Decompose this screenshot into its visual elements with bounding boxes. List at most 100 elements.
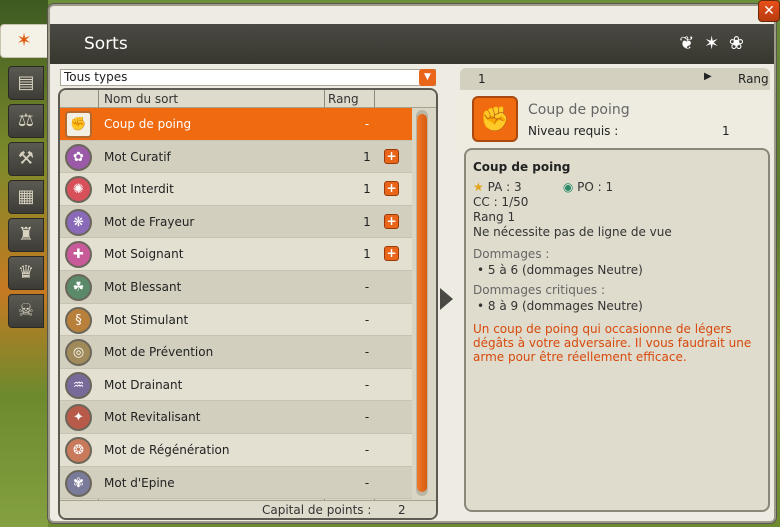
spell-icon: ♒: [65, 371, 92, 399]
required-level-value: 1: [722, 124, 730, 138]
spell-name: Mot Revitalisant: [104, 410, 201, 425]
spell-row[interactable]: ✊ Coup de poing -: [60, 108, 412, 141]
rank-line: Rang 1: [473, 210, 516, 224]
spell-rank: 1: [363, 247, 371, 262]
spell-rank: 1: [363, 214, 371, 229]
spell-row[interactable]: ❂ Mot de Régénération -: [60, 433, 412, 467]
damage-heading: Dommages :: [473, 247, 550, 261]
spell-row[interactable]: ✦ Mot Revitalisant -: [60, 401, 412, 434]
star-icon: ★: [473, 180, 484, 194]
spell-row[interactable]: ✚ Mot Soignant 1 +: [60, 238, 412, 271]
upgrade-plus-button[interactable]: +: [384, 246, 399, 262]
mask-icon[interactable]: ☠: [8, 294, 44, 328]
spell-row[interactable]: § Mot Stimulant -: [60, 303, 412, 337]
spell-row[interactable]: ♒ Mot Drainant -: [60, 368, 412, 402]
spell-rank: 1: [363, 182, 371, 197]
description-title: Coup de poing: [473, 160, 571, 174]
spell-flavor-text: Un coup de poing qui occasionne de léger…: [473, 322, 752, 364]
spell-rows: ✊ Coup de poing - ✿ Mot Curatif 1 + ✺ Mot Interd…: [60, 108, 412, 500]
capital-label: Capital de points :: [262, 503, 372, 517]
crossed-tools-icon[interactable]: ⚒: [8, 142, 44, 176]
column-header-name[interactable]: Nom du sort: [104, 92, 178, 106]
book-icon[interactable]: ▤: [8, 66, 44, 100]
upgrade-plus-button[interactable]: +: [384, 181, 399, 197]
spell-name: Coup de poing: [104, 117, 192, 131]
spell-name: Mot Curatif: [104, 149, 171, 164]
window-titlebar: Sorts ❦ ✶ ❀: [50, 24, 774, 64]
spell-name: Mot de Frayeur: [104, 214, 195, 229]
spell-name: Mot Interdit: [104, 182, 174, 197]
spell-rank: -: [364, 475, 370, 490]
required-level-label: Niveau requis :: [528, 124, 619, 138]
critical-chance: CC : 1/50: [473, 195, 529, 209]
spell-name: Mot de Régénération: [104, 442, 230, 457]
rank-tabs: 1 ▶ Rang: [460, 68, 770, 90]
spell-name: Mot Stimulant: [104, 312, 189, 327]
spell-detail-header: ✊ Coup de poing Niveau requis : 1: [460, 90, 774, 146]
spell-rank: -: [364, 279, 370, 294]
spell-star-icon[interactable]: ✶: [0, 24, 48, 58]
spell-rank: 1: [363, 149, 371, 164]
scroll-thumb[interactable]: [417, 114, 427, 492]
list-scrollbar[interactable]: [416, 110, 428, 496]
spell-row[interactable]: ❋ Mot de Frayeur 1 +: [60, 205, 412, 239]
critical-damage-heading: Dommages critiques :: [473, 283, 605, 297]
column-header-rank[interactable]: Rang: [328, 92, 359, 106]
spell-icon: ✾: [65, 469, 92, 497]
calendar-icon[interactable]: ▦: [8, 180, 44, 214]
spell-row[interactable]: ✺ Mot Interdit 1 +: [60, 173, 412, 206]
spell-name: Mot Soignant: [104, 247, 184, 262]
next-rank-arrow-icon[interactable]: ▶: [704, 71, 712, 82]
close-button[interactable]: ✕: [758, 0, 780, 22]
eye-icon: ◉: [562, 180, 574, 194]
spell-name: Mot d'Epine: [104, 475, 175, 490]
spell-rank: -: [364, 117, 370, 131]
window-title: Sorts: [84, 34, 128, 54]
spell-icon: ◎: [65, 339, 92, 367]
spell-rank: -: [364, 345, 370, 360]
line-of-sight: Ne nécessite pas de ligne de vue: [473, 225, 672, 239]
upgrade-plus-button[interactable]: +: [384, 213, 399, 229]
pa-value: PA : 3: [487, 180, 522, 194]
spells-window: Sorts ❦ ✶ ❀ ✕ Tous types ▼ Nom du sort R…: [48, 0, 780, 523]
scales-icon[interactable]: ⚖: [8, 104, 44, 138]
spell-icon: ✺: [65, 176, 92, 204]
spell-rank: -: [364, 410, 370, 425]
spell-rank: -: [364, 442, 370, 457]
list-footer: Capital de points : 2: [60, 500, 436, 518]
spell-icon: ❋: [65, 208, 92, 236]
expand-arrow-icon[interactable]: [440, 288, 453, 310]
spell-rank: -: [364, 312, 370, 327]
upgrade-plus-button[interactable]: +: [384, 148, 399, 164]
spell-icon: ✊: [65, 111, 92, 138]
spell-row[interactable]: ✿ Mot Curatif 1 +: [60, 140, 412, 174]
spell-row[interactable]: ✾ Mot d'Epine -: [60, 466, 412, 500]
spell-name: Mot Blessant: [104, 279, 182, 294]
cost-range-line: ★ PA : 3 ◉ PO : 1: [473, 180, 761, 194]
detail-spell-name: Coup de poing: [528, 102, 630, 118]
crown-icon[interactable]: ♛: [8, 256, 44, 290]
list-header: Nom du sort Rang: [60, 90, 436, 108]
spell-rank: -: [364, 377, 370, 392]
side-navigation: ✶ ▤ ⚖ ⚒ ▦ ♜ ♛ ☠: [0, 0, 48, 527]
spell-name: Mot de Prévention: [104, 345, 214, 360]
damage-value: • 5 à 6 (dommages Neutre): [477, 263, 643, 277]
filter-value: Tous types: [64, 70, 128, 84]
spell-icon: §: [65, 306, 92, 334]
spell-icon: ☘: [65, 273, 92, 301]
spell-name: Mot Drainant: [104, 377, 183, 392]
trophy-icon[interactable]: ♜: [8, 218, 44, 252]
ornament-icon: ❦ ✶ ❀: [679, 33, 746, 54]
chevron-down-icon[interactable]: ▼: [419, 69, 436, 86]
spell-description-box: Coup de poing ★ PA : 3 ◉ PO : 1 CC : 1/5…: [464, 148, 770, 512]
po-value: PO : 1: [577, 180, 614, 194]
spell-row[interactable]: ◎ Mot de Prévention -: [60, 336, 412, 369]
fist-icon: ✊: [472, 96, 518, 142]
spell-row[interactable]: ☘ Mot Blessant -: [60, 270, 412, 304]
tab-rank-label: Rang: [738, 72, 769, 86]
tab-rank-1[interactable]: 1: [478, 72, 486, 86]
spell-type-filter[interactable]: Tous types ▼: [60, 69, 436, 86]
critical-damage-value: • 8 à 9 (dommages Neutre): [477, 299, 643, 313]
spell-icon: ❂: [65, 436, 92, 464]
capital-value: 2: [398, 503, 406, 517]
